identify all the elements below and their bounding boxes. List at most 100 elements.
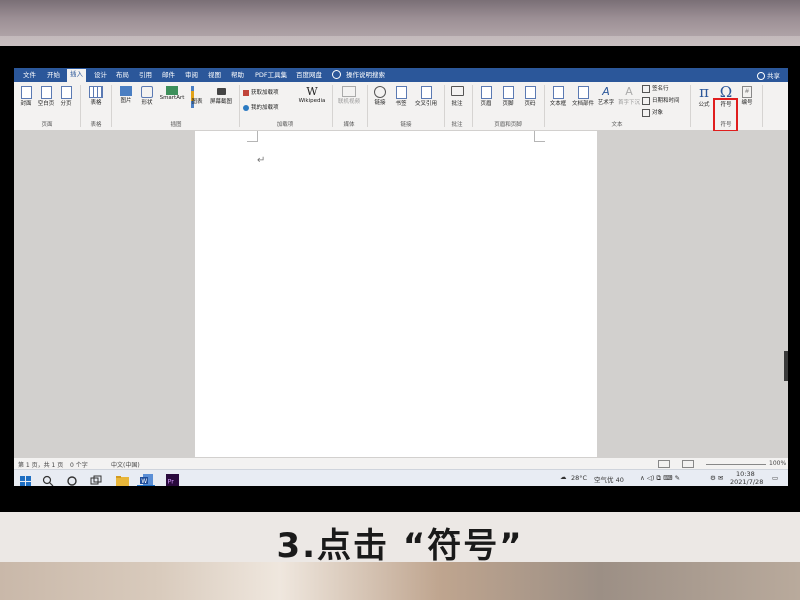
quick-parts-label: 文档部件 (571, 101, 594, 107)
text-box-button[interactable]: 文本框 (547, 86, 569, 107)
drop-cap-icon: A (625, 85, 633, 98)
wordart-button[interactable]: A 艺术字 (596, 86, 616, 107)
tray-icons[interactable]: ∧ ◁) ⧉ ⌨ ✎ (640, 474, 680, 483)
tell-me-search[interactable]: 操作说明搜索 (343, 70, 388, 82)
cross-reference-label: 交叉引用 (414, 101, 437, 107)
my-addins-button[interactable]: 我的加载项 (243, 103, 279, 111)
cross-reference-button[interactable]: 交叉引用 (412, 86, 440, 107)
tab-pdf-tools[interactable]: PDF工具集 (252, 70, 290, 82)
tab-home[interactable]: 开始 (44, 70, 63, 82)
cover-page-icon (20, 86, 32, 99)
footer-label: 页脚 (502, 101, 514, 107)
numbering-label: 编号 (741, 100, 753, 106)
premiere-app-button[interactable]: Pr (166, 472, 179, 486)
blank-page-button[interactable]: 空白页 (36, 86, 56, 107)
search-button[interactable] (42, 472, 55, 486)
online-video-button[interactable]: 联机视频 (336, 86, 362, 105)
tab-design[interactable]: 设计 (91, 70, 110, 82)
smartart-button[interactable]: SmartArt (158, 86, 186, 101)
start-button[interactable] (20, 472, 33, 486)
file-explorer-button[interactable] (116, 472, 129, 486)
page-break-label: 分页 (60, 101, 72, 107)
chart-icon (191, 86, 203, 108)
premiere-icon: Pr (166, 474, 179, 486)
tab-mailings[interactable]: 邮件 (159, 70, 178, 82)
drop-cap-label: 首字下沉 (617, 100, 640, 106)
pictures-button[interactable]: 图片 (117, 86, 135, 104)
air-quality[interactable]: 空气优 40 (594, 474, 624, 484)
tab-review[interactable]: 审阅 (182, 70, 201, 82)
weather-icon[interactable]: ☁ (560, 473, 567, 481)
tab-baidu-netdisk[interactable]: 百度网盘 (293, 70, 325, 82)
tab-view[interactable]: 视图 (205, 70, 224, 82)
wikipedia-button[interactable]: W Wikipedia (297, 86, 327, 105)
table-button[interactable]: 表格 (86, 86, 106, 106)
ribbon-tab-bar: 文件 开始 插入 设计 布局 引用 邮件 审阅 视图 帮助 PDF工具集 百度网… (14, 68, 788, 82)
language-indicator[interactable]: 中文(中国) (111, 460, 140, 469)
table-icon (89, 86, 103, 98)
object-label: 对象 (652, 110, 664, 116)
word-count[interactable]: 0 个字 (70, 460, 88, 469)
separator (239, 85, 240, 127)
drop-cap-button[interactable]: A 首字下沉 (617, 85, 641, 107)
letterbox-top (0, 46, 800, 68)
cortana-button[interactable] (66, 472, 79, 486)
ime-indicator[interactable]: ⚙ ✉ (710, 474, 723, 482)
web-layout-icon[interactable] (682, 460, 694, 468)
tab-references[interactable]: 引用 (136, 70, 155, 82)
zoom-level[interactable]: 100% (769, 460, 786, 467)
tab-insert[interactable]: 插入 (67, 69, 86, 82)
shapes-button[interactable]: 形状 (138, 86, 156, 106)
screenshot-button[interactable]: 屏幕截图 (207, 86, 235, 105)
document-page[interactable]: ↵ (195, 131, 597, 457)
get-addins-label: 获取加载项 (251, 90, 279, 96)
smartart-icon (166, 86, 178, 95)
addins-icon (243, 104, 249, 111)
cross-reference-icon (420, 86, 432, 99)
tutorial-caption: 3.点击 “符号” (276, 526, 524, 566)
page-break-button[interactable]: 分页 (58, 86, 74, 107)
equation-label: 公式 (698, 102, 710, 108)
quick-parts-button[interactable]: 文档部件 (570, 86, 596, 107)
page-count[interactable]: 第 1 页，共 1 页 (18, 460, 63, 469)
margin-corner (247, 131, 258, 142)
equation-button[interactable]: π 公式 (694, 84, 714, 108)
blank-page-label: 空白页 (37, 101, 55, 107)
share-button[interactable]: 共享 (757, 70, 780, 80)
object-icon (642, 108, 650, 117)
get-addins-button[interactable]: 获取加载项 (243, 88, 279, 96)
tab-help[interactable]: 帮助 (228, 70, 247, 82)
footer-button[interactable]: 页脚 (499, 86, 517, 107)
zoom-slider[interactable] (706, 464, 766, 465)
comment-button[interactable]: 批注 (449, 86, 465, 107)
notification-icon[interactable]: ▭ (772, 474, 778, 482)
link-button[interactable]: 链接 (372, 86, 388, 106)
bookmark-button[interactable]: 书签 (392, 86, 410, 107)
bookmark-label: 书签 (395, 101, 407, 107)
table-label: 表格 (90, 100, 102, 106)
tab-layout[interactable]: 布局 (113, 70, 132, 82)
comment-label: 批注 (451, 101, 463, 107)
header-button[interactable]: 页眉 (477, 86, 495, 107)
task-view-button[interactable] (90, 472, 103, 485)
signature-line-button[interactable]: 签名行 (642, 84, 669, 93)
date-time-button[interactable]: 日期和时间 (642, 96, 680, 105)
numbering-button[interactable]: # 编号 (738, 86, 756, 106)
clock-time[interactable]: 10:38 (736, 470, 755, 478)
chart-button[interactable]: 图表 (189, 86, 205, 108)
word-app-button[interactable]: W (140, 472, 153, 486)
separator (80, 85, 81, 127)
text-box-icon (552, 86, 564, 99)
taskbar: W Pr ☁ 28°C 空气优 40 ∧ ◁) ⧉ ⌨ ✎ ⚙ ✉ 10:38 … (14, 469, 788, 486)
tab-file[interactable]: 文件 (20, 70, 39, 82)
scrollbar[interactable] (784, 351, 788, 381)
cover-page-button[interactable]: 封面 (18, 86, 34, 107)
clock-date[interactable]: 2021/7/28 (730, 478, 763, 486)
read-mode-icon[interactable] (658, 460, 670, 468)
object-button[interactable]: 对象 (642, 108, 663, 117)
weather-temp[interactable]: 28°C (571, 474, 587, 482)
page-number-button[interactable]: 页码 (521, 86, 539, 107)
folder-icon (116, 476, 129, 486)
separator (367, 85, 368, 127)
symbol-highlight-box (713, 98, 738, 132)
